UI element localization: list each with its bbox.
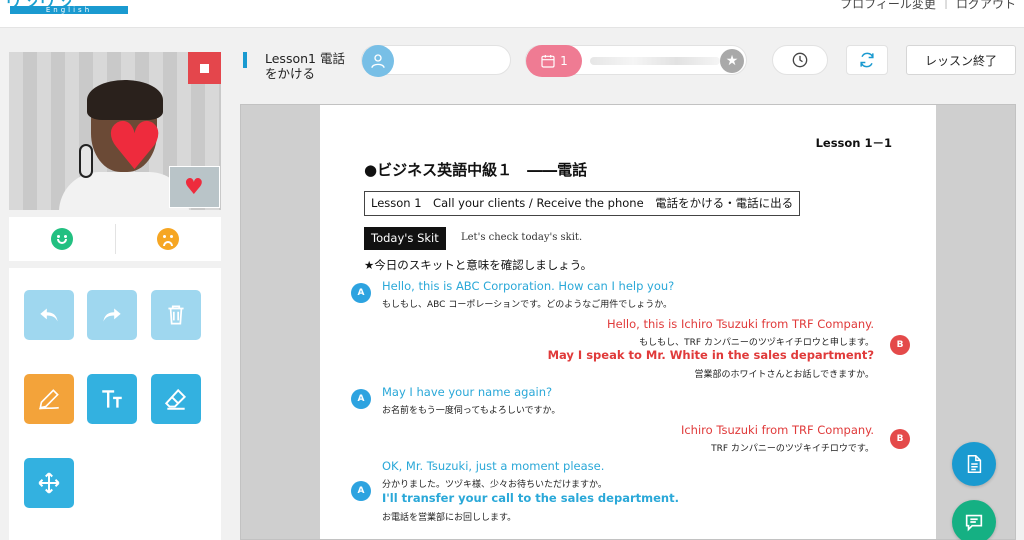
speaker-b-badge: B (890, 335, 910, 355)
text-tool-button[interactable] (87, 374, 137, 424)
account-links: プロフィール変更 | ログアウト (840, 0, 1016, 12)
headset-icon (79, 144, 93, 178)
user-icon (362, 45, 394, 77)
frown-icon (157, 228, 180, 250)
logout-link[interactable]: ログアウト (956, 0, 1016, 12)
dialogue-english: OK, Mr. Tsuzuki, just a moment please. (382, 459, 605, 473)
lesson-number: Lesson 1－1 (815, 136, 892, 150)
heart-sticker-icon: ♥ (105, 108, 165, 185)
document-title: ●ビジネス英語中級１ ――電話 (364, 161, 588, 179)
self-view-thumbnail[interactable]: ♥ (169, 166, 220, 208)
link-separator: | (943, 0, 948, 9)
dialogue-english: Ichiro Tsuzuki from TRF Company. (680, 423, 874, 437)
document-fab-button[interactable] (952, 442, 996, 486)
dialogue-english: I'll transfer your call to the sales dep… (382, 491, 679, 505)
dialogue-japanese: もしもし、TRF カンパニーのツヅキイチロウと申します。 (639, 338, 874, 348)
chat-icon (965, 514, 983, 532)
clock-icon (792, 52, 808, 68)
stop-icon (200, 63, 209, 73)
skit-label: Today's Skit (364, 227, 446, 250)
undo-button[interactable] (24, 290, 74, 340)
redo-icon (103, 308, 121, 322)
document-viewer[interactable]: Lesson 1－1 ●ビジネス英語中級１ ――電話 Lesson 1 Call… (240, 104, 1016, 540)
whiteboard-tools (9, 268, 221, 540)
dialogue-english: Hello, this is Ichiro Tsuzuki from TRF C… (607, 317, 874, 331)
teacher-info-pill[interactable] (361, 45, 511, 77)
calendar-icon (541, 55, 555, 68)
dialogue-english: Hello, this is ABC Corporation. How can … (382, 279, 675, 293)
schedule-pill[interactable]: 1 ★ (525, 45, 747, 77)
stop-video-button[interactable] (188, 52, 221, 84)
logo-subtitle: English (10, 6, 128, 14)
redo-button[interactable] (87, 290, 137, 340)
speaker-a-badge: A (351, 283, 371, 303)
lesson-title: Lesson1 電話をかける (265, 51, 345, 81)
instruction-text: ★今日のスキットと意味を確認しましょう。 (364, 258, 593, 272)
brand-logo[interactable]: ワンワン English (6, 0, 128, 18)
dialogue-japanese: お名前をもう一度伺ってもよろしいですか。 (382, 406, 561, 416)
lesson-heading-box: Lesson 1 Call your clients / Receive the… (364, 191, 801, 216)
timer-button[interactable] (772, 45, 828, 75)
dialogue-japanese: 営業部のホワイトさんとお話しできますか。 (694, 370, 874, 380)
profile-edit-link[interactable]: プロフィール変更 (840, 0, 936, 12)
smile-icon (50, 228, 73, 250)
trash-icon (168, 305, 184, 325)
end-lesson-button[interactable]: レッスン終了 (906, 45, 1016, 75)
text-icon (102, 390, 122, 408)
dialogue-japanese: TRF カンパニーのツヅキイチロウです。 (711, 444, 874, 454)
skit-subtitle: Let's check today's skit. (461, 232, 583, 243)
move-tool-button[interactable] (24, 458, 74, 508)
sad-feedback-button[interactable] (116, 228, 222, 250)
dialogue-japanese: お電話を営業部にお回しします。 (382, 513, 517, 523)
chat-fab-button[interactable] (952, 500, 996, 540)
dialogue-english: May I speak to Mr. White in the sales de… (547, 348, 874, 362)
top-bar: ワンワン English プロフィール変更 | ログアウト (0, 0, 1024, 28)
undo-icon (40, 308, 58, 322)
refresh-button[interactable] (846, 45, 888, 75)
move-icon (38, 472, 60, 494)
pen-tool-button[interactable] (24, 374, 74, 424)
refresh-icon (860, 52, 874, 68)
delete-button[interactable] (151, 290, 201, 340)
calendar-count: 1 (560, 54, 568, 68)
blurred-name (590, 57, 720, 65)
document-icon (967, 455, 982, 473)
heart-sticker-icon: ♥ (184, 175, 204, 200)
eraser-icon (164, 388, 187, 410)
speaker-a-badge: A (351, 481, 371, 501)
eraser-tool-button[interactable] (151, 374, 201, 424)
speaker-a-badge: A (351, 389, 371, 409)
pen-icon (39, 389, 59, 410)
lesson-accent-bar (243, 52, 247, 68)
happy-feedback-button[interactable] (9, 228, 115, 250)
speaker-b-badge: B (890, 429, 910, 449)
feedback-bar (9, 217, 221, 261)
calendar-badge[interactable]: 1 (526, 45, 582, 77)
dialogue-japanese: 分かりました。ツヅキ様、少々お待ちいただけますか。 (382, 480, 607, 490)
dialogue-english: May I have your name again? (382, 385, 553, 399)
star-icon[interactable]: ★ (720, 49, 744, 73)
dialogue-japanese: もしもし、ABC コーポレーションです。どのようなご用件でしょうか。 (382, 300, 673, 310)
document-page: Lesson 1－1 ●ビジネス英語中級１ ――電話 Lesson 1 Call… (320, 105, 936, 539)
